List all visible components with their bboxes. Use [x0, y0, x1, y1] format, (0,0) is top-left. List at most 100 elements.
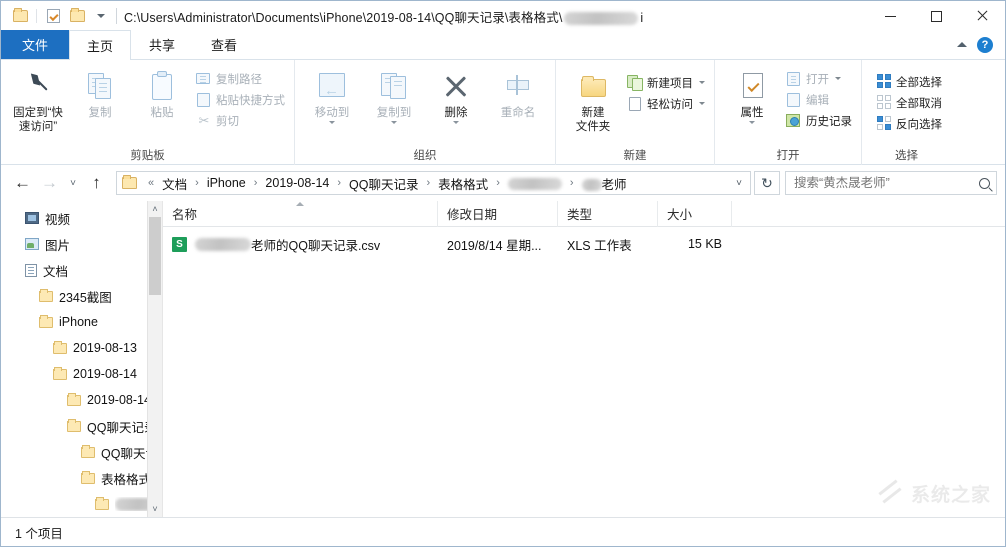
invert-selection-label: 反向选择	[896, 118, 942, 131]
tab-share[interactable]: 共享	[131, 30, 193, 59]
breadcrumb-item-qq-chat[interactable]: QQ聊天记录	[347, 174, 420, 193]
help-icon[interactable]: ?	[977, 36, 993, 53]
redacted-name-segment	[195, 237, 251, 251]
qat-properties-button[interactable]	[42, 5, 64, 27]
scroll-up-icon[interactable]: ˄	[148, 201, 162, 217]
breadcrumb-separator[interactable]: ›	[189, 177, 205, 189]
invert-selection-icon	[877, 116, 892, 131]
qat-new-folder-button[interactable]	[66, 5, 88, 27]
ribbon-group-clipboard-title: 剪贴板	[130, 150, 165, 162]
tab-file[interactable]: 文件	[1, 30, 70, 59]
breadcrumb-item-current[interactable]: 老师	[580, 174, 629, 193]
easy-access-button[interactable]: 轻松访问	[624, 93, 708, 114]
paste-shortcut-label: 粘贴快捷方式	[216, 94, 285, 107]
paste-button[interactable]: 粘贴	[131, 64, 193, 120]
copy-button[interactable]: 复制	[69, 64, 131, 120]
open-button[interactable]: 打开	[783, 68, 855, 89]
column-header-size[interactable]: 大小	[658, 200, 732, 227]
breadcrumb-overflow[interactable]: «	[142, 177, 160, 189]
ribbon-group-organize-title: 组织	[413, 150, 437, 162]
edit-button[interactable]: 编辑	[783, 89, 855, 110]
tree-item-documents[interactable]: 文档	[1, 257, 162, 283]
properties-button[interactable]: 属性	[721, 64, 783, 124]
breadcrumb-item-documents[interactable]: 文档	[160, 174, 189, 193]
new-folder-button[interactable]: 新建 文件夹	[562, 64, 624, 134]
search-input[interactable]	[792, 175, 979, 191]
tree-item-iphone[interactable]: iPhone	[1, 309, 162, 335]
breadcrumb-separator[interactable]: ›	[421, 177, 437, 189]
nav-pane-scrollbar[interactable]: ˄ ˅	[147, 201, 162, 517]
column-header-type[interactable]: 类型	[558, 200, 658, 227]
breadcrumb-item-iphone[interactable]: iPhone	[205, 176, 248, 190]
column-header-name[interactable]: 名称	[163, 200, 438, 227]
delete-button[interactable]: 删除	[425, 64, 487, 124]
search-box[interactable]	[785, 171, 997, 195]
cut-button[interactable]: ✂ 剪切	[193, 110, 288, 131]
tree-item-videos[interactable]: 视频	[1, 205, 162, 231]
breadcrumb-separator[interactable]: ›	[331, 177, 347, 189]
qat-divider	[36, 9, 37, 23]
copy-to-button[interactable]: 复制到	[363, 64, 425, 124]
tab-view[interactable]: 查看	[193, 30, 255, 59]
open-icon	[786, 71, 802, 87]
open-small-commands: 打开 编辑 历史记录	[783, 64, 855, 131]
tree-item-redacted-1[interactable]	[1, 491, 162, 517]
chevron-down-icon	[453, 121, 459, 124]
tab-home[interactable]: 主页	[69, 30, 132, 60]
breadcrumb-separator[interactable]: ›	[490, 177, 506, 189]
rename-icon	[502, 70, 534, 102]
copy-path-button[interactable]: 复制路径	[193, 68, 288, 89]
file-name-cell: S 老师的QQ聊天记录.csv	[163, 235, 438, 254]
select-none-button[interactable]: 全部取消	[874, 92, 945, 113]
chevron-down-icon	[329, 121, 335, 124]
tree-item-table-format[interactable]: 表格格式	[1, 465, 162, 491]
watermark-text: 系统之家	[910, 485, 991, 506]
forward-button[interactable]: →	[36, 170, 63, 197]
file-type-cell: XLS 工作表	[567, 238, 632, 253]
select-all-label: 全部选择	[896, 76, 942, 89]
tree-item-pictures[interactable]: 图片	[1, 231, 162, 257]
paste-shortcut-icon	[196, 92, 212, 108]
breadcrumb-separator[interactable]: ›	[248, 177, 264, 189]
maximize-button[interactable]	[913, 1, 959, 31]
breadcrumb-item-redacted[interactable]	[506, 176, 564, 190]
recent-locations-button[interactable]: ˅	[63, 170, 83, 197]
select-all-button[interactable]: 全部选择	[874, 71, 945, 92]
file-date-cell: 2019/8/14 星期...	[447, 238, 542, 253]
move-to-button[interactable]: ← 移动到	[301, 64, 363, 124]
qat-folder-button[interactable]	[9, 5, 31, 27]
column-header-date-modified[interactable]: 修改日期	[438, 200, 558, 227]
tree-item-qq-chat-records[interactable]: QQ聊天记录	[1, 413, 162, 439]
rename-button[interactable]: 重命名	[487, 64, 549, 120]
scroll-down-icon[interactable]: ˅	[148, 501, 162, 517]
breadcrumb-separator[interactable]: ›	[564, 177, 580, 189]
search-icon[interactable]	[979, 177, 990, 189]
tree-item-2019-08-14-child[interactable]: 2019-08-14	[1, 387, 162, 413]
tree-item-qq-chat-sub[interactable]: QQ聊天记	[1, 439, 162, 465]
new-item-button[interactable]: 新建项目	[624, 72, 708, 93]
ribbon-group-open-title: 打开	[776, 150, 800, 162]
chevron-up-icon[interactable]	[957, 42, 967, 47]
minimize-button[interactable]	[867, 1, 913, 31]
invert-selection-button[interactable]: 反向选择	[874, 113, 945, 134]
table-row[interactable]: S 老师的QQ聊天记录.csv 2019/8/14 星期... XLS 工作表 …	[163, 231, 1005, 257]
history-button[interactable]: 历史记录	[783, 110, 855, 131]
select-small-commands: 全部选择 全部取消 反向选择	[868, 64, 945, 134]
paste-shortcut-button[interactable]: 粘贴快捷方式	[193, 89, 288, 110]
breadcrumb-dropdown-button[interactable]: ˅	[728, 178, 750, 189]
tree-item-2345screenshot[interactable]: 2345截图	[1, 283, 162, 309]
tree-item-2019-08-14[interactable]: 2019-08-14	[1, 361, 162, 387]
qat-customize-button[interactable]	[90, 5, 112, 27]
chevron-down-icon	[699, 102, 705, 105]
scrollbar-thumb[interactable]	[149, 217, 161, 295]
back-button[interactable]: ←	[9, 170, 36, 197]
breadcrumb-bar[interactable]: « 文档 › iPhone › 2019-08-14 › QQ聊天记录 › 表格…	[116, 171, 751, 195]
tree-item-label: 2019-08-14	[73, 367, 137, 381]
refresh-button[interactable]: ↻	[754, 171, 780, 195]
breadcrumb-item-date[interactable]: 2019-08-14	[263, 176, 331, 190]
tree-item-2019-08-13[interactable]: 2019-08-13	[1, 335, 162, 361]
breadcrumb-item-table-format[interactable]: 表格格式	[436, 174, 490, 193]
up-button[interactable]: ↑	[83, 170, 110, 197]
close-button[interactable]	[959, 1, 1005, 31]
pin-to-quick-access-button[interactable]: 固定到“快 速访问”	[7, 64, 69, 134]
